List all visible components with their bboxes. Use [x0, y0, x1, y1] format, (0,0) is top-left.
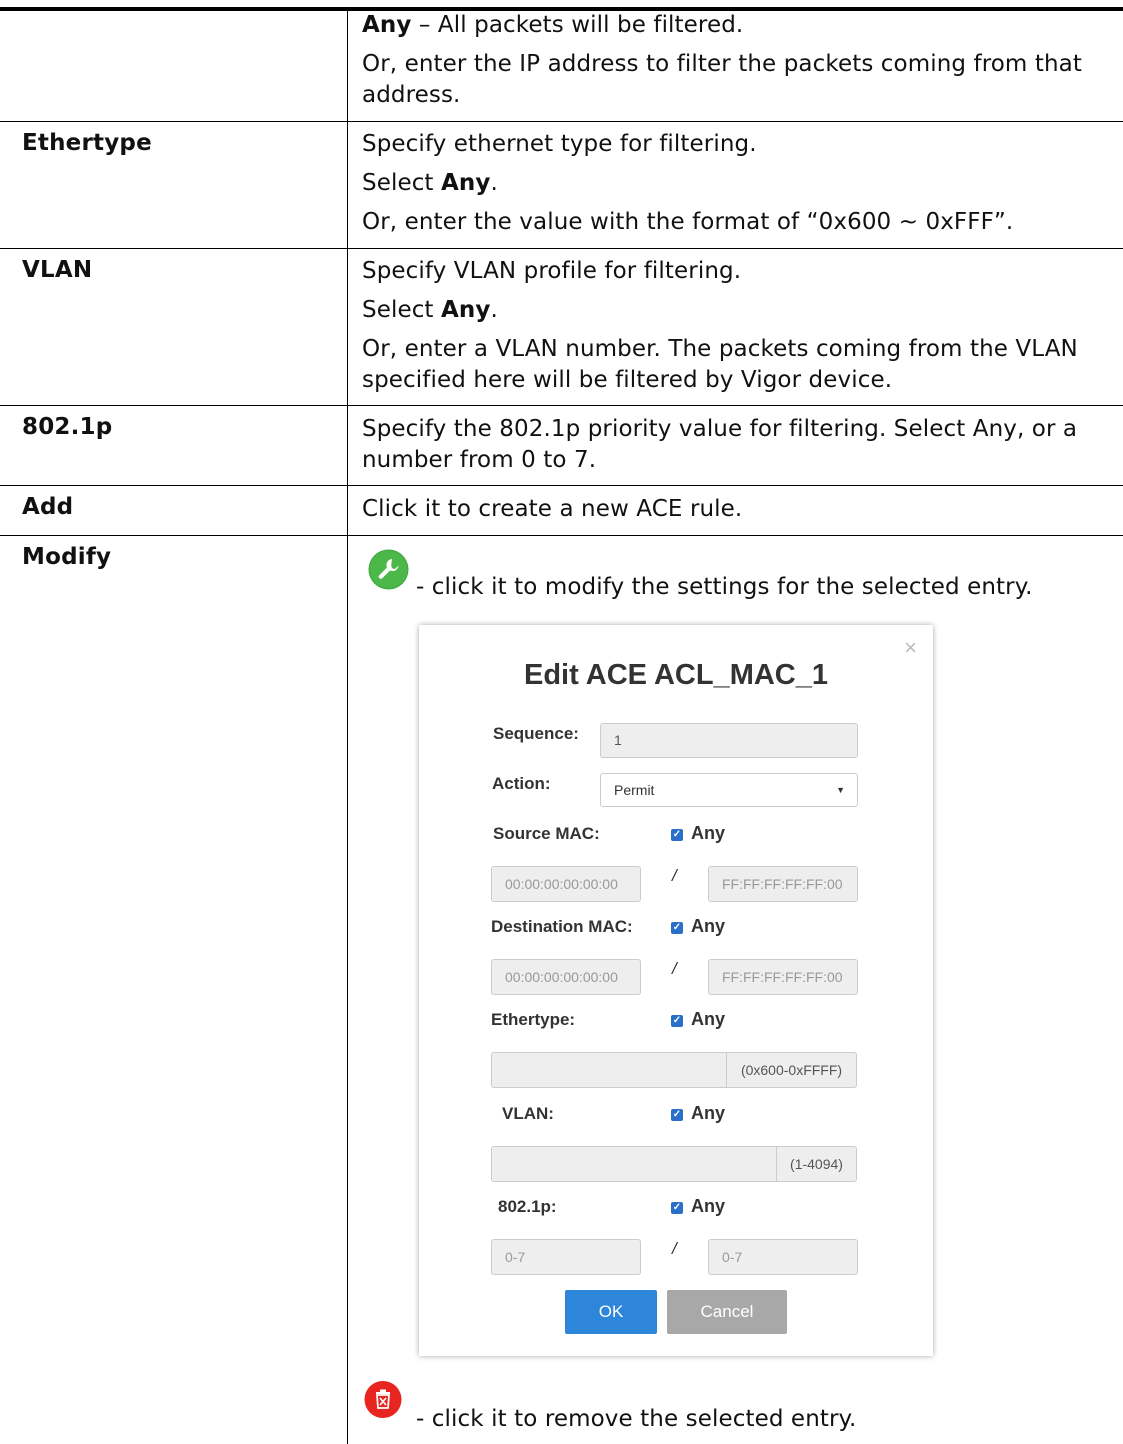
close-icon[interactable]: ×	[904, 635, 917, 661]
ethertype-label: Ethertype:	[491, 1010, 576, 1029]
ethertype-any-checkbox[interactable]: ✓ Any	[671, 1009, 725, 1030]
checkbox-checked-icon: ✓	[671, 829, 683, 841]
row-divider	[0, 485, 1123, 486]
dialog-title: Edit ACE ACL_MAC_1	[524, 659, 828, 691]
action-select[interactable]: Permit ▼	[600, 773, 858, 807]
modify-instruction: - click it to modify the settings for th…	[416, 574, 1033, 600]
source-mac-mask-field[interactable]: FF:FF:FF:FF:FF:00	[708, 866, 858, 902]
8021p-description: Specify the 802.1p priority value for fi…	[362, 416, 1078, 473]
vlan-range-addon: (1-4094)	[776, 1147, 856, 1181]
priority-from-field[interactable]: 0-7	[491, 1239, 641, 1275]
row-label-8021p: 802.1p	[22, 414, 113, 440]
ethertype-field[interactable]: (0x600-0xFFFF)	[491, 1052, 857, 1088]
checkbox-checked-icon: ✓	[671, 1015, 683, 1027]
cancel-button[interactable]: Cancel	[667, 1290, 787, 1334]
ethertype-description: Specify ethernet type for filtering. Sel…	[362, 131, 1014, 235]
action-select-value: Permit	[614, 782, 655, 798]
edit-ace-dialog: × Edit ACE ACL_MAC_1 Sequence: 1 Action:…	[419, 625, 933, 1356]
vlan-field[interactable]: (1-4094)	[491, 1146, 857, 1182]
source-mac-any-checkbox[interactable]: ✓ Any	[671, 823, 725, 844]
destination-mac-mask-field[interactable]: FF:FF:FF:FF:FF:00	[708, 959, 858, 995]
vlan-any-checkbox[interactable]: ✓ Any	[671, 1103, 725, 1124]
row-divider	[0, 121, 1123, 122]
vlan-description: Specify VLAN profile for filtering. Sele…	[362, 258, 1078, 393]
8021p-any-checkbox[interactable]: ✓ Any	[671, 1196, 725, 1217]
separator-slash: /	[672, 1239, 677, 1258]
sequence-label: Sequence:	[493, 724, 579, 743]
wrench-icon[interactable]	[368, 549, 409, 590]
destination-mac-label: Destination MAC:	[491, 917, 633, 936]
destination-mac-field[interactable]: 00:00:00:00:00:00	[491, 959, 641, 995]
row-divider	[0, 405, 1123, 406]
add-description: Click it to create a new ACE rule.	[362, 496, 743, 522]
separator-slash: /	[672, 866, 677, 885]
row-label-add: Add	[22, 494, 74, 520]
priority-to-field[interactable]: 0-7	[708, 1239, 858, 1275]
row-divider	[0, 248, 1123, 249]
checkbox-checked-icon: ✓	[671, 922, 683, 934]
source-description: Any – All packets will be filtered. Or, …	[362, 12, 1082, 108]
chevron-down-icon: ▼	[836, 785, 845, 795]
vlan-label: VLAN:	[502, 1104, 554, 1123]
row-label-vlan: VLAN	[22, 257, 93, 283]
source-mac-label: Source MAC:	[493, 824, 600, 843]
destination-mac-any-checkbox[interactable]: ✓ Any	[671, 916, 725, 937]
remove-instruction: - click it to remove the selected entry.	[416, 1406, 857, 1432]
checkbox-checked-icon: ✓	[671, 1109, 683, 1121]
sequence-field[interactable]: 1	[600, 723, 858, 758]
8021p-label: 802.1p:	[498, 1197, 557, 1216]
row-label-ethertype: Ethertype	[22, 130, 152, 156]
separator-slash: /	[672, 959, 677, 978]
source-mac-field[interactable]: 00:00:00:00:00:00	[491, 866, 641, 902]
row-label-modify: Modify	[22, 544, 112, 570]
ethertype-range-addon: (0x600-0xFFFF)	[726, 1053, 856, 1087]
checkbox-checked-icon: ✓	[671, 1202, 683, 1214]
action-label: Action:	[492, 774, 551, 793]
trash-icon[interactable]	[364, 1380, 402, 1420]
table-column-divider	[347, 8, 348, 1444]
ok-button[interactable]: OK	[565, 1290, 657, 1334]
row-divider	[0, 535, 1123, 536]
